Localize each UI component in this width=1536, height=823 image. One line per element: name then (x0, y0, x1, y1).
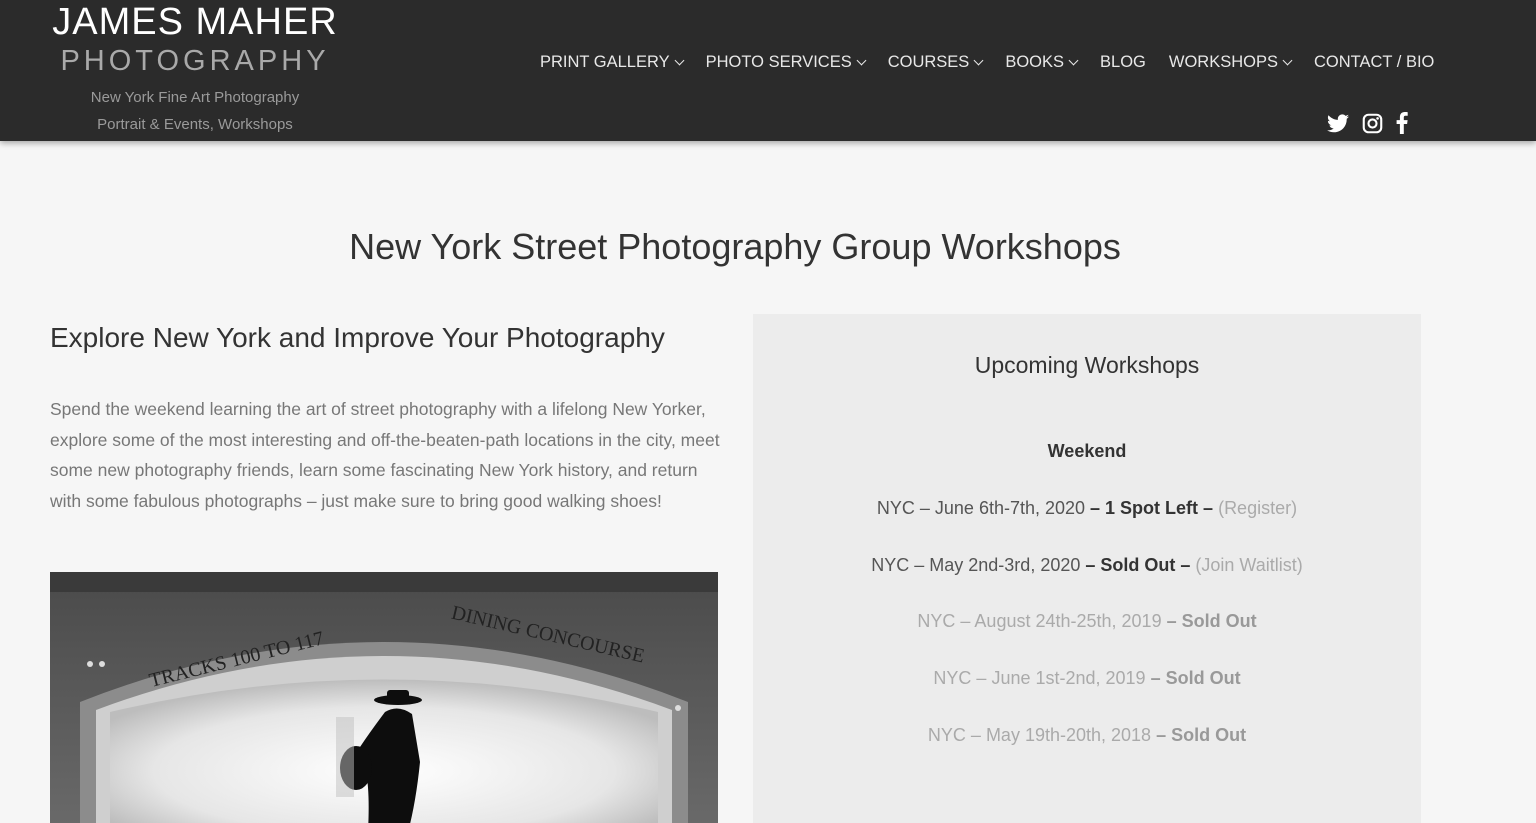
chevron-down-icon (1068, 55, 1079, 65)
workshop-item: NYC – June 6th-7th, 2020 – 1 Spot Left –… (753, 498, 1421, 519)
chevron-down-icon (674, 55, 685, 65)
workshop-photo: TRACKS 100 TO 117 DINING CONCOURSE (50, 572, 718, 823)
workshop-date: NYC – May 2nd-3rd, 2020 (871, 555, 1081, 575)
page-title: New York Street Photography Group Worksh… (349, 226, 1121, 267)
upcoming-workshops-panel: Upcoming Workshops Weekend NYC – June 6t… (753, 314, 1421, 823)
intro-text: Spend the weekend learning the art of st… (50, 399, 720, 511)
nav-courses[interactable]: COURSES (887, 50, 984, 74)
nav-label: BLOG (1100, 53, 1146, 71)
nav-contact-bio[interactable]: CONTACT / BIO (1314, 50, 1434, 74)
main-nav: PRINT GALLERY PHOTO SERVICES COURSES BOO… (540, 50, 1434, 74)
workshop-date: NYC – June 6th-7th, 2020 (876, 498, 1086, 518)
logo-tagline-1: New York Fine Art Photography (90, 89, 300, 106)
facebook-icon[interactable] (1396, 112, 1408, 134)
workshop-date: NYC – May 19th-20th, 2018 (927, 725, 1152, 745)
site-logo[interactable]: JAMES MAHER PHOTOGRAPHY New York Fine Ar… (50, 0, 340, 138)
nav-workshops[interactable]: WORKSHOPS (1168, 50, 1293, 74)
workshop-item: NYC – May 2nd-3rd, 2020 – Sold Out – (Jo… (753, 555, 1421, 576)
workshop-status: – Sold Out (1151, 725, 1247, 745)
workshop-date: NYC – August 24th-25th, 2019 (917, 611, 1162, 631)
logo-name: JAMES MAHER (52, 1, 338, 43)
grand-central-photo: TRACKS 100 TO 117 DINING CONCOURSE (50, 572, 718, 823)
intro-heading: Explore New York and Improve Your Photog… (50, 322, 665, 353)
nav-print-gallery[interactable]: PRINT GALLERY (540, 50, 685, 74)
workshops-subheading: Weekend (1047, 441, 1127, 461)
nav-label: PRINT GALLERY (540, 53, 670, 71)
workshop-item: NYC – May 19th-20th, 2018 – Sold Out (753, 725, 1421, 746)
nav-label: BOOKS (1005, 53, 1065, 71)
workshop-item: NYC – June 1st-2nd, 2019 – Sold Out (753, 668, 1421, 689)
nav-label: CONTACT / BIO (1313, 53, 1435, 71)
social-links (1327, 112, 1408, 134)
site-header: JAMES MAHER PHOTOGRAPHY New York Fine Ar… (0, 0, 1536, 141)
workshop-item: NYC – August 24th-25th, 2019 – Sold Out (753, 611, 1421, 632)
logo-tagline-2: Portrait & Events, Workshops (97, 116, 293, 133)
nav-books[interactable]: BOOKS (1005, 50, 1079, 74)
workshop-link-wrap: (Register) (1218, 498, 1298, 518)
nav-blog[interactable]: BLOG (1100, 50, 1146, 74)
workshop-link-wrap: (Join Waitlist) (1195, 555, 1303, 575)
join-waitlist-link[interactable]: Join Waitlist (1201, 555, 1296, 575)
nav-photo-services[interactable]: PHOTO SERVICES (705, 50, 867, 74)
twitter-icon[interactable] (1327, 113, 1349, 133)
workshops-heading: Upcoming Workshops (974, 352, 1200, 378)
chevron-down-icon (973, 55, 984, 65)
nav-label: PHOTO SERVICES (705, 53, 852, 71)
chevron-down-icon (856, 55, 867, 65)
workshop-status: – 1 Spot Left – (1085, 498, 1219, 518)
chevron-down-icon (1282, 55, 1293, 65)
workshop-status: – Sold Out – (1080, 555, 1196, 575)
workshop-status: – Sold Out (1161, 611, 1257, 631)
workshop-date: NYC – June 1st-2nd, 2019 (933, 668, 1146, 688)
logo-subtitle: PHOTOGRAPHY (60, 45, 330, 77)
nav-label: WORKSHOPS (1168, 53, 1278, 71)
intro-section: Explore New York and Improve Your Photog… (50, 320, 720, 516)
nav-label: COURSES (887, 53, 970, 71)
register-link[interactable]: Register (1224, 498, 1291, 518)
instagram-icon[interactable] (1362, 113, 1383, 134)
workshop-status: – Sold Out (1145, 668, 1241, 688)
